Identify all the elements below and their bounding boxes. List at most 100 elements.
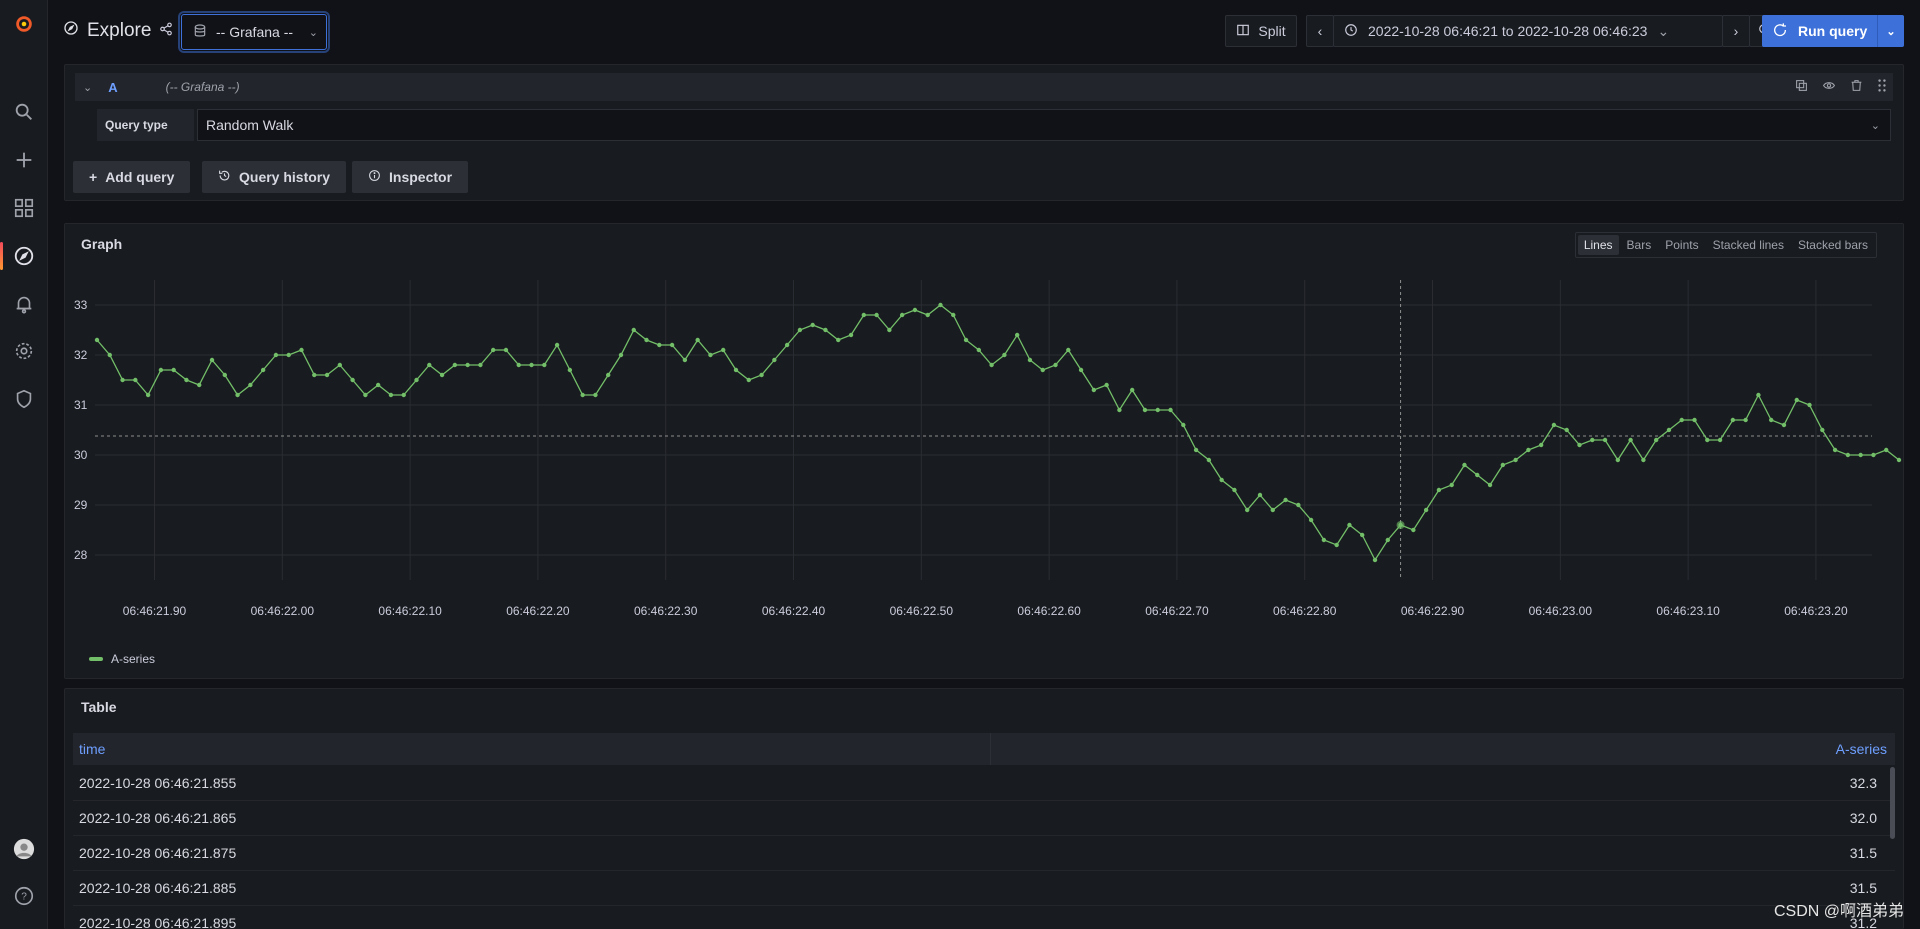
data-point [554,342,560,348]
data-point [1871,452,1876,458]
data-point [1142,407,1148,413]
data-point [1462,462,1467,468]
data-point [1858,452,1863,458]
data-point [784,342,790,348]
column-header-time[interactable]: time [79,741,105,757]
search-icon[interactable] [0,92,47,132]
mode-stacked-lines[interactable]: Stacked lines [1707,235,1790,255]
graph-chart[interactable]: 28 29 30 31 32 33 06:46:21.90 06:46:22.00 06:46:… [65,268,1903,668]
drag-handle-icon[interactable] [1877,79,1887,95]
data-point [1551,422,1557,428]
user-avatar-icon[interactable] [0,829,47,869]
duplicate-query-icon[interactable] [1795,79,1808,95]
x-tick-label: 06:46:22.40 [762,604,826,618]
data-point [631,327,636,333]
data-point [133,377,138,383]
bell-icon[interactable] [0,284,47,324]
data-point [1193,447,1199,453]
data-point [1692,417,1697,423]
data-point [184,377,189,383]
x-tick-label: 06:46:22.60 [1017,604,1081,618]
data-point [1794,397,1799,403]
table-header: time A-series [73,733,1895,765]
data-point [708,352,713,358]
time-forward-button[interactable]: › [1722,15,1750,47]
table-row: 2022-10-28 06:46:21.875 31.5 [73,835,1895,871]
data-point [733,367,739,373]
mode-bars[interactable]: Bars [1621,235,1658,255]
x-tick-label: 06:46:22.00 [251,604,315,618]
y-tick-label: 28 [74,548,88,562]
share-icon[interactable] [159,20,173,42]
data-point [682,357,688,363]
query-row-header: ⌄ A (-- Grafana --) [75,73,1893,101]
data-point [260,367,266,373]
data-point [516,362,521,368]
database-icon [192,23,208,42]
x-tick-label: 06:46:22.70 [1145,604,1209,618]
data-point [669,342,675,348]
data-point [94,337,100,343]
data-point [1181,422,1186,428]
info-icon [368,169,381,185]
table-scrollbar[interactable] [1890,767,1895,839]
data-point [810,322,815,328]
data-point [478,362,483,368]
mode-points[interactable]: Points [1659,235,1704,255]
inspector-label: Inspector [389,169,453,185]
query-history-button[interactable]: Query history [202,161,347,193]
inspector-button[interactable]: Inspector [352,161,469,193]
plus-icon[interactable] [0,140,47,180]
time-back-button[interactable]: ‹ [1306,15,1334,47]
split-button[interactable]: Split [1225,15,1297,47]
data-point [1014,332,1020,338]
query-ref-id[interactable]: A [108,80,117,95]
data-point [542,362,547,368]
gear-icon[interactable] [0,331,47,371]
data-point [1832,447,1838,453]
table-panel: Table time A-series 2022-10-28 06:46:21.… [64,688,1904,929]
mode-stacked-bars[interactable]: Stacked bars [1792,235,1874,255]
mode-lines[interactable]: Lines [1577,235,1619,255]
page-toolbar: Explore -- Grafana -- ⌄ Split ‹ 2022-10-… [47,0,1920,64]
data-point [1066,347,1071,353]
datasource-picker[interactable]: -- Grafana -- ⌄ [181,14,327,50]
data-point [286,352,291,358]
run-query-button[interactable]: Run query ⌄ [1762,15,1904,47]
data-point [197,382,202,388]
data-point [912,307,918,313]
query-type-select[interactable]: Random Walk ⌄ [197,109,1891,141]
shield-icon[interactable] [0,379,47,419]
data-point [1500,462,1506,468]
data-point [899,312,905,318]
data-point [1283,497,1288,503]
data-point [1360,532,1365,538]
data-point [1129,387,1135,393]
column-header-a-series[interactable]: A-series [1836,741,1887,757]
value-cell: 32.0 [1849,810,1877,826]
data-point [1436,487,1442,493]
data-point [107,352,112,358]
x-tick-label: 06:46:22.30 [634,604,698,618]
time-cell: 2022-10-28 06:46:21.865 [79,810,237,826]
explore-compass-icon[interactable] [0,236,47,276]
help-icon[interactable]: ? [0,876,47,916]
data-point [529,362,534,368]
data-point [1807,402,1812,408]
legend-label[interactable]: A-series [111,652,155,666]
grafana-logo-icon[interactable] [0,4,47,44]
time-range-picker[interactable]: 2022-10-28 06:46:21 to 2022-10-28 06:46:… [1333,15,1723,47]
add-query-button[interactable]: + Add query [73,161,191,193]
trash-icon[interactable] [1850,79,1863,95]
data-point [1040,367,1045,373]
x-tick-label: 06:46:23.00 [1529,604,1593,618]
run-query-dropdown[interactable]: ⌄ [1877,15,1904,47]
graph-panel-title: Graph [81,236,123,252]
data-point [1475,472,1480,478]
side-menu: ? [0,0,48,929]
collapse-chevron-icon[interactable]: ⌄ [83,81,92,94]
data-point [401,392,406,398]
eye-icon[interactable] [1822,79,1836,95]
dashboards-icon[interactable] [0,188,47,228]
data-point [963,337,969,343]
